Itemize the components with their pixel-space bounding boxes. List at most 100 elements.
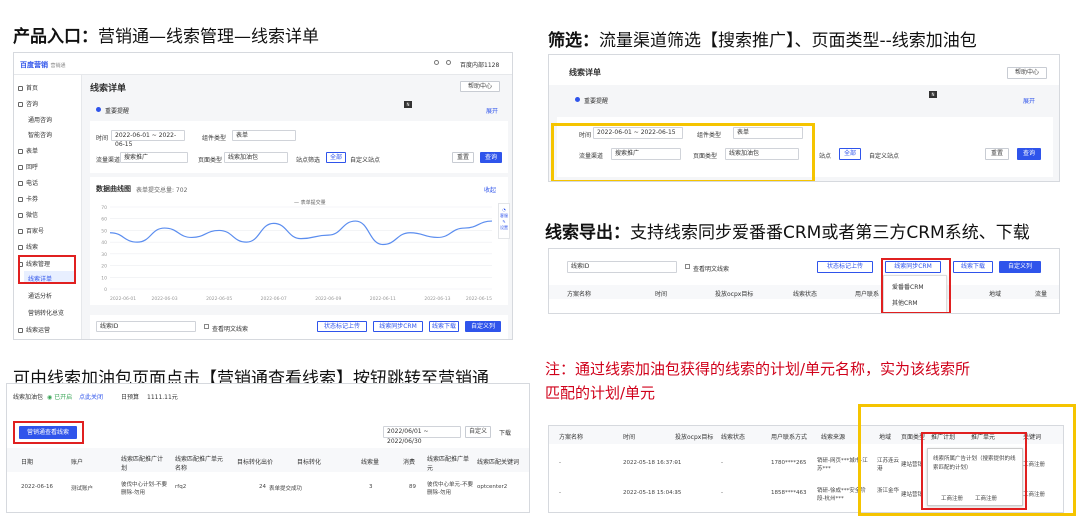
filter-shot-site-label: 站点 (819, 153, 832, 160)
coupon-icon (18, 197, 23, 202)
sidebar-item-smart-consult[interactable]: 智能咨询 (28, 130, 52, 139)
y-tick-label: 50 (101, 228, 107, 234)
collapse-link[interactable]: 收起 (484, 185, 496, 194)
channel-select[interactable]: 搜索推广 (120, 152, 188, 163)
plain-text-checkbox[interactable] (204, 324, 209, 329)
status-upload-button[interactable]: 状态标记上传 (317, 321, 367, 332)
jump-close-link[interactable]: 点此关闭 (79, 392, 103, 401)
badge-icon: N (404, 101, 412, 108)
series-line (109, 220, 493, 246)
lead-search-input[interactable]: 线索ID (96, 321, 196, 332)
jump-cell-plan: 彼伐中心计划-不要删除-勿用 (121, 482, 167, 496)
x-tick-label: 2022-06-03 (151, 296, 177, 302)
jump-cell-date: 2022-06-16 (21, 484, 53, 490)
note-cell: - (721, 490, 723, 496)
y-tick-label: 10 (101, 275, 107, 281)
filter-highlight (551, 123, 815, 181)
date-range-input[interactable]: 2022-06-01 ~ 2022-06-15 (111, 130, 185, 148)
channel-label: 流量渠道 (96, 157, 121, 164)
sidebar-item-general-consult[interactable]: 通用咨询 (28, 115, 52, 124)
export-custom-button[interactable]: 自定义列 (999, 261, 1041, 273)
sidebar-item-home[interactable]: 首页 (18, 83, 38, 92)
home-icon (18, 86, 23, 91)
help-icon[interactable] (446, 60, 451, 65)
jump-budget-label: 日预算 (121, 394, 140, 401)
jump-custom-button[interactable]: 自定义 (465, 426, 491, 438)
filter-shot-site-custom[interactable]: 自定义站点 (869, 151, 899, 160)
sidebar-item-wechat[interactable]: 微信 (18, 210, 38, 219)
note-cell: 2022-05-18 15:04:35 (623, 490, 682, 496)
note-col-ocpx: 投放ocpx目标 (675, 434, 714, 441)
note-cell: 2022-05-18 16:37:01 (623, 460, 682, 466)
custom-columns-button[interactable]: 自定义列 (465, 321, 501, 332)
jump-cell-unit-name: rfq2 (175, 484, 187, 490)
sidebar-item-callback[interactable]: 回呼 (18, 162, 38, 171)
help-center-button[interactable]: 帮助中心 (460, 81, 500, 92)
filter-shot-reset-button[interactable]: 重置 (985, 148, 1009, 160)
note-text: 注：通过线索加油包获得的线索的计划/单元名称，实为该线索所 匹配的计划/单元 (545, 360, 971, 402)
view-leads-highlight (13, 421, 84, 444)
export-plain-checkbox[interactable] (685, 264, 690, 269)
baijiahao-icon (18, 229, 23, 234)
export-col-status: 线索状态 (793, 291, 818, 298)
sidebar-highlight (18, 255, 76, 284)
jump-cell-bid: 24 (259, 484, 266, 490)
export-status-button[interactable]: 状态标记上传 (817, 261, 873, 273)
side-tools[interactable]: ◔ 客服 ✎ 设置 (498, 203, 510, 239)
y-tick-label: 60 (101, 217, 107, 223)
leads-icon (18, 245, 23, 250)
sidebar-item-phone[interactable]: 电话 (18, 178, 38, 187)
sidebar-item-form[interactable]: 表单 (18, 146, 38, 155)
sidebar-item-baijiahao[interactable]: 百家号 (18, 226, 44, 235)
jump-screenshot: 线索加油包 ◉ 已开启 点此关闭 日预算 1111.11元 营销通查看线索 20… (6, 383, 530, 513)
download-button[interactable]: 线索下载 (429, 321, 459, 332)
notice-label: 重要提醒 (105, 108, 130, 115)
query-button[interactable]: 查询 (480, 152, 502, 163)
sidebar-item-leads[interactable]: 线索 (18, 242, 38, 251)
jump-download-select[interactable]: 下载 (499, 428, 511, 437)
y-tick-label: 30 (101, 252, 107, 258)
jump-date-range[interactable]: 2022/06/01 ~ 2022/06/30 (383, 426, 461, 445)
jump-col-date: 日期 (21, 459, 34, 466)
export-search-input[interactable]: 线索ID (567, 261, 677, 273)
sidebar-item-coupon[interactable]: 卡券 (18, 194, 38, 203)
user-menu[interactable]: 百度内部1128 (460, 60, 499, 69)
filter-shot-help-button[interactable]: 帮助中心 (1007, 67, 1047, 79)
chat-icon (18, 102, 23, 107)
x-tick-label: 2022-06-09 (315, 296, 341, 302)
sidebar: 首页 咨询 通用咨询 智能咨询 表单 回呼 电话 卡券 微信 百家号 线索 线索… (14, 75, 82, 339)
product-entry-heading: 产品入口：营销通—线索管理—线索详单 (13, 27, 319, 47)
y-tick-label: 70 (101, 205, 107, 211)
site-custom-select[interactable]: 自定义站点 (350, 155, 380, 164)
phone-icon (18, 181, 23, 186)
x-tick-label: 2022-06-07 (261, 296, 287, 302)
note-cell: 1780****265 (771, 460, 807, 466)
filter-shot-expand[interactable]: 展开 (1023, 96, 1035, 105)
page-type-select[interactable]: 线索加油包 (224, 152, 288, 163)
sidebar-item-call-analysis[interactable]: 通话分析 (28, 291, 52, 300)
site-all-button[interactable]: 全部 (326, 152, 346, 163)
jump-cell-target: 表单提交成功 (269, 486, 303, 492)
filter-shot-query-button[interactable]: 查询 (1017, 148, 1041, 160)
y-tick-label: 40 (101, 240, 107, 246)
sidebar-item-conversion-overview[interactable]: 营销转化总览 (28, 308, 64, 317)
expand-link[interactable]: 展开 (486, 106, 498, 115)
sidebar-item-consult[interactable]: 咨询 (18, 99, 38, 108)
filter-shot-site-all[interactable]: 全部 (839, 148, 861, 160)
note-cell: - (721, 460, 723, 466)
settings-label: 设置 (500, 225, 508, 230)
callback-icon (18, 165, 23, 170)
jump-cell-unit: 彼伐中心单元-不要删除-勿用 (427, 482, 473, 496)
note-col-status: 线索状态 (721, 434, 746, 441)
bell-icon[interactable] (434, 60, 439, 65)
note-cell: - (559, 490, 561, 496)
jump-cell-account: 测试账户 (71, 486, 94, 492)
component-type-select[interactable]: 表单 (232, 130, 296, 141)
export-download-button[interactable]: 线索下载 (953, 261, 993, 273)
jump-col-unit-name: 线索匹配推广单元名称 (175, 456, 224, 472)
reset-button[interactable]: 重置 (452, 152, 474, 163)
jump-col-account: 账户 (71, 459, 84, 466)
sidebar-item-lead-ops[interactable]: 线索运营 (18, 325, 50, 334)
chart-subtitle: 表单提交总量: 702 (136, 187, 188, 194)
crm-sync-button[interactable]: 线索同步CRM (373, 321, 423, 332)
